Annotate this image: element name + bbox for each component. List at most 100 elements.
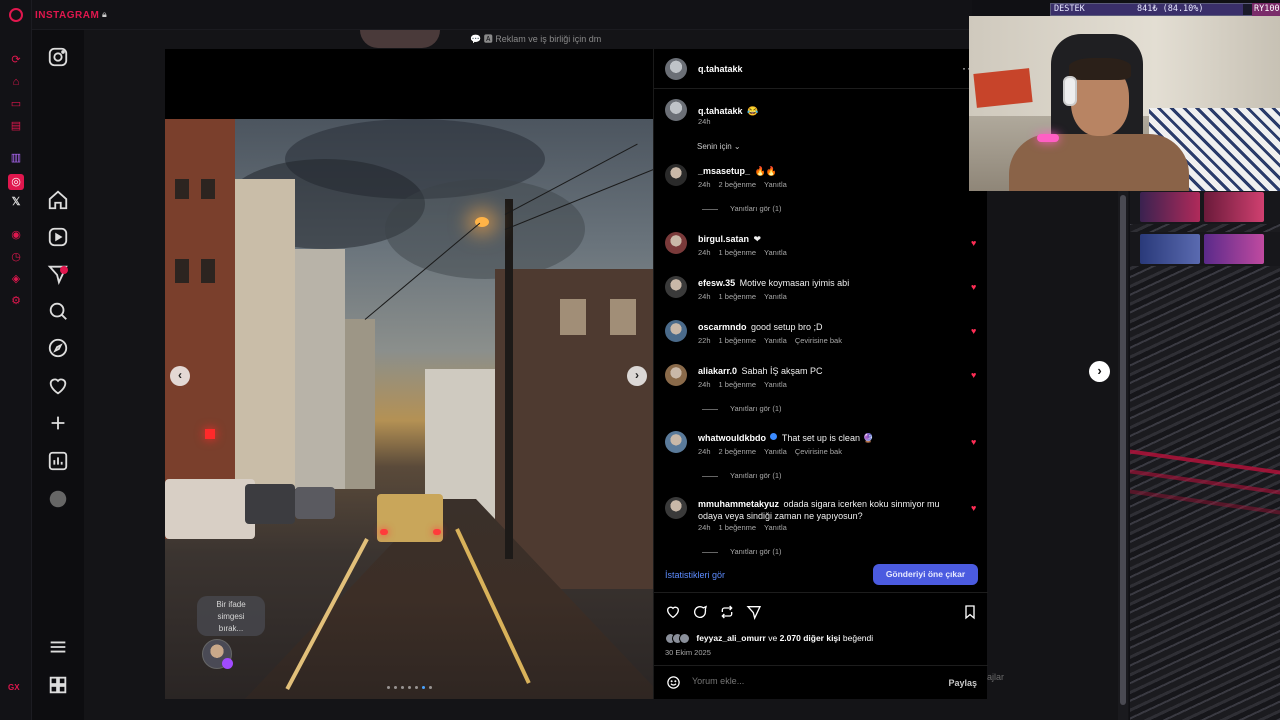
player-icon[interactable]: ◉ bbox=[10, 229, 22, 241]
comment-like-heart-icon[interactable]: ♥ bbox=[971, 327, 979, 336]
view-replies-link[interactable]: Yanıtları gör (1) bbox=[702, 404, 782, 413]
comments-panel: q.tahatakk ··· q.tahatakk 😂 24h Senin iç… bbox=[653, 49, 988, 699]
commenter-avatar[interactable] bbox=[665, 320, 687, 342]
like-heart-icon[interactable] bbox=[665, 604, 681, 620]
explore-icon[interactable] bbox=[47, 337, 69, 359]
donation-goal-bar: DESTEK 841₺ (84.10%) bbox=[1050, 3, 1280, 16]
dashboard-icon[interactable] bbox=[47, 450, 69, 472]
reply-button[interactable]: Yanıtla bbox=[764, 248, 787, 257]
comment-likes[interactable]: 2 beğenme bbox=[719, 447, 757, 456]
comment-likes[interactable]: 1 beğenme bbox=[719, 292, 757, 301]
liker-username[interactable]: feyyaz_ali_omurr bbox=[696, 633, 765, 643]
gx-corner-label: GX bbox=[8, 683, 20, 692]
comment-likes[interactable]: 1 beğenme bbox=[719, 523, 757, 532]
menu-icon[interactable] bbox=[47, 636, 69, 658]
commenter-avatar[interactable] bbox=[665, 497, 687, 519]
opera-gx-logo-icon[interactable] bbox=[9, 8, 23, 22]
commenter-avatar[interactable] bbox=[665, 232, 687, 254]
extensions-icon[interactable]: ◈ bbox=[10, 273, 22, 285]
view-replies-link[interactable]: Yanıtları gör (1) bbox=[702, 204, 782, 213]
comment-username[interactable]: whatwouldkbdo bbox=[698, 433, 766, 443]
twitch-icon[interactable]: ▥ bbox=[10, 152, 22, 164]
author-avatar[interactable] bbox=[665, 58, 687, 80]
emoji-reaction-prompt[interactable]: Bir ifade simgesi bırak... bbox=[197, 596, 265, 636]
bag-icon[interactable]: ⌂ bbox=[10, 76, 22, 88]
next-slide-button[interactable]: › bbox=[627, 366, 647, 386]
news-icon[interactable]: ▤ bbox=[10, 120, 22, 132]
comment-bubble-icon[interactable] bbox=[692, 604, 708, 620]
author-username[interactable]: q.tahatakk bbox=[698, 64, 743, 74]
home-icon[interactable] bbox=[47, 189, 69, 211]
commenter-avatar[interactable] bbox=[665, 431, 687, 453]
notifications-heart-icon[interactable] bbox=[47, 375, 69, 397]
comment-username[interactable]: aliakarr.0 bbox=[698, 366, 737, 376]
x-twitter-icon[interactable]: 𝕏 bbox=[10, 196, 22, 208]
comment-like-heart-icon[interactable]: ♥ bbox=[971, 504, 979, 513]
reply-button[interactable]: Yanıtla bbox=[764, 336, 787, 345]
comment-username[interactable]: mmuhammetakyuz bbox=[698, 499, 779, 509]
history-icon[interactable]: ◷ bbox=[10, 251, 22, 263]
stream-thumbnail-row-2 bbox=[1130, 232, 1280, 266]
likes-count[interactable]: 2.070 diğer kişi bbox=[780, 633, 841, 643]
refresh-icon[interactable]: ⟳ bbox=[10, 54, 22, 66]
instagram-logo-icon[interactable] bbox=[47, 46, 69, 68]
settings-icon[interactable]: ⚙ bbox=[10, 295, 22, 307]
reply-button[interactable]: Yanıtla bbox=[764, 180, 787, 189]
post-comment-button[interactable]: Paylaş bbox=[948, 678, 977, 688]
commenter-avatar[interactable] bbox=[665, 364, 687, 386]
screen: ⟳ ⌂ ▭ ▤ ▥ ◎ 𝕏 ◉ ◷ ◈ ⚙ GX INSTAGRAM 🔒︎ 💬 … bbox=[0, 0, 1280, 720]
create-plus-icon[interactable] bbox=[47, 412, 69, 434]
caption-username[interactable]: q.tahatakk bbox=[698, 106, 743, 116]
likes-summary[interactable]: feyyaz_ali_omurr ve 2.070 diğer kişi beğ… bbox=[665, 633, 873, 645]
comment-likes[interactable]: 2 beğenme bbox=[719, 180, 757, 189]
view-replies-link[interactable]: Yanıtları gör (1) bbox=[702, 471, 782, 480]
emoji-smile-icon[interactable] bbox=[666, 675, 681, 690]
search-icon[interactable] bbox=[47, 300, 69, 322]
comment-username[interactable]: efesw.35 bbox=[698, 278, 735, 288]
comment-like-heart-icon[interactable]: ♥ bbox=[971, 283, 979, 292]
comment-input[interactable] bbox=[692, 676, 892, 686]
comment-likes[interactable]: 1 beğenme bbox=[719, 248, 757, 257]
comment-filter[interactable]: Senin için ⌄ bbox=[697, 142, 741, 151]
comment-likes[interactable]: 1 beğenme bbox=[719, 380, 757, 389]
scrollbar-thumb[interactable] bbox=[1120, 195, 1126, 705]
next-post-button[interactable]: › bbox=[1089, 361, 1110, 382]
bookmark-icon[interactable] bbox=[962, 604, 978, 620]
view-insights-link[interactable]: İstatistikleri gör bbox=[665, 570, 725, 580]
instagram-nav bbox=[32, 30, 84, 720]
donation-value: 841₺ (84.10%) bbox=[1137, 4, 1204, 14]
comment-username[interactable]: birgul.satan bbox=[698, 234, 749, 244]
share-send-icon[interactable] bbox=[746, 604, 762, 620]
commenter-avatar[interactable] bbox=[665, 164, 687, 186]
view-replies-link[interactable]: Yanıtları gör (1) bbox=[702, 547, 782, 556]
comment-body: oscarmndo good setup bro ;D bbox=[698, 320, 958, 333]
prev-slide-button[interactable]: ‹ bbox=[170, 366, 190, 386]
comment-text: That set up is clean 🔮 bbox=[781, 433, 874, 443]
reply-button[interactable]: Yanıtla bbox=[764, 292, 787, 301]
caption-avatar[interactable] bbox=[665, 99, 687, 121]
see-translation-link[interactable]: Çevirisine bak bbox=[795, 447, 842, 456]
reply-button[interactable]: Yanıtla bbox=[764, 523, 787, 532]
comment-username[interactable]: _msasetup_ bbox=[698, 166, 750, 176]
reels-icon[interactable] bbox=[47, 226, 69, 248]
comment-filter-label: Senin için bbox=[697, 142, 732, 151]
instagram-sidebar-icon[interactable]: ◎ bbox=[8, 174, 24, 190]
commenter-avatar[interactable] bbox=[665, 276, 687, 298]
comment-like-heart-icon[interactable]: ♥ bbox=[971, 438, 979, 447]
reply-button[interactable]: Yanıtla bbox=[764, 380, 787, 389]
comment-likes[interactable]: 1 beğenme bbox=[719, 336, 757, 345]
reply-button[interactable]: Yanıtla bbox=[764, 447, 787, 456]
comment-meta: 24h 2 beğenme Yanıtla bbox=[698, 180, 795, 189]
see-translation-link[interactable]: Çevirisine bak bbox=[795, 336, 842, 345]
comment-time: 22h bbox=[698, 336, 711, 345]
repost-icon[interactable] bbox=[719, 604, 735, 620]
comment-text: Motive koymasan iyimis abi bbox=[739, 278, 850, 288]
profile-avatar[interactable] bbox=[47, 488, 69, 510]
chat-icon[interactable]: ▭ bbox=[10, 98, 22, 110]
comment-username[interactable]: oscarmndo bbox=[698, 322, 747, 332]
comment-time: 24h bbox=[698, 523, 711, 532]
also-from-meta-icon[interactable] bbox=[47, 674, 69, 696]
comment-like-heart-icon[interactable]: ♥ bbox=[971, 239, 979, 248]
boost-post-button[interactable]: Gönderiyi öne çıkar bbox=[873, 564, 978, 585]
comment-like-heart-icon[interactable]: ♥ bbox=[971, 371, 979, 380]
